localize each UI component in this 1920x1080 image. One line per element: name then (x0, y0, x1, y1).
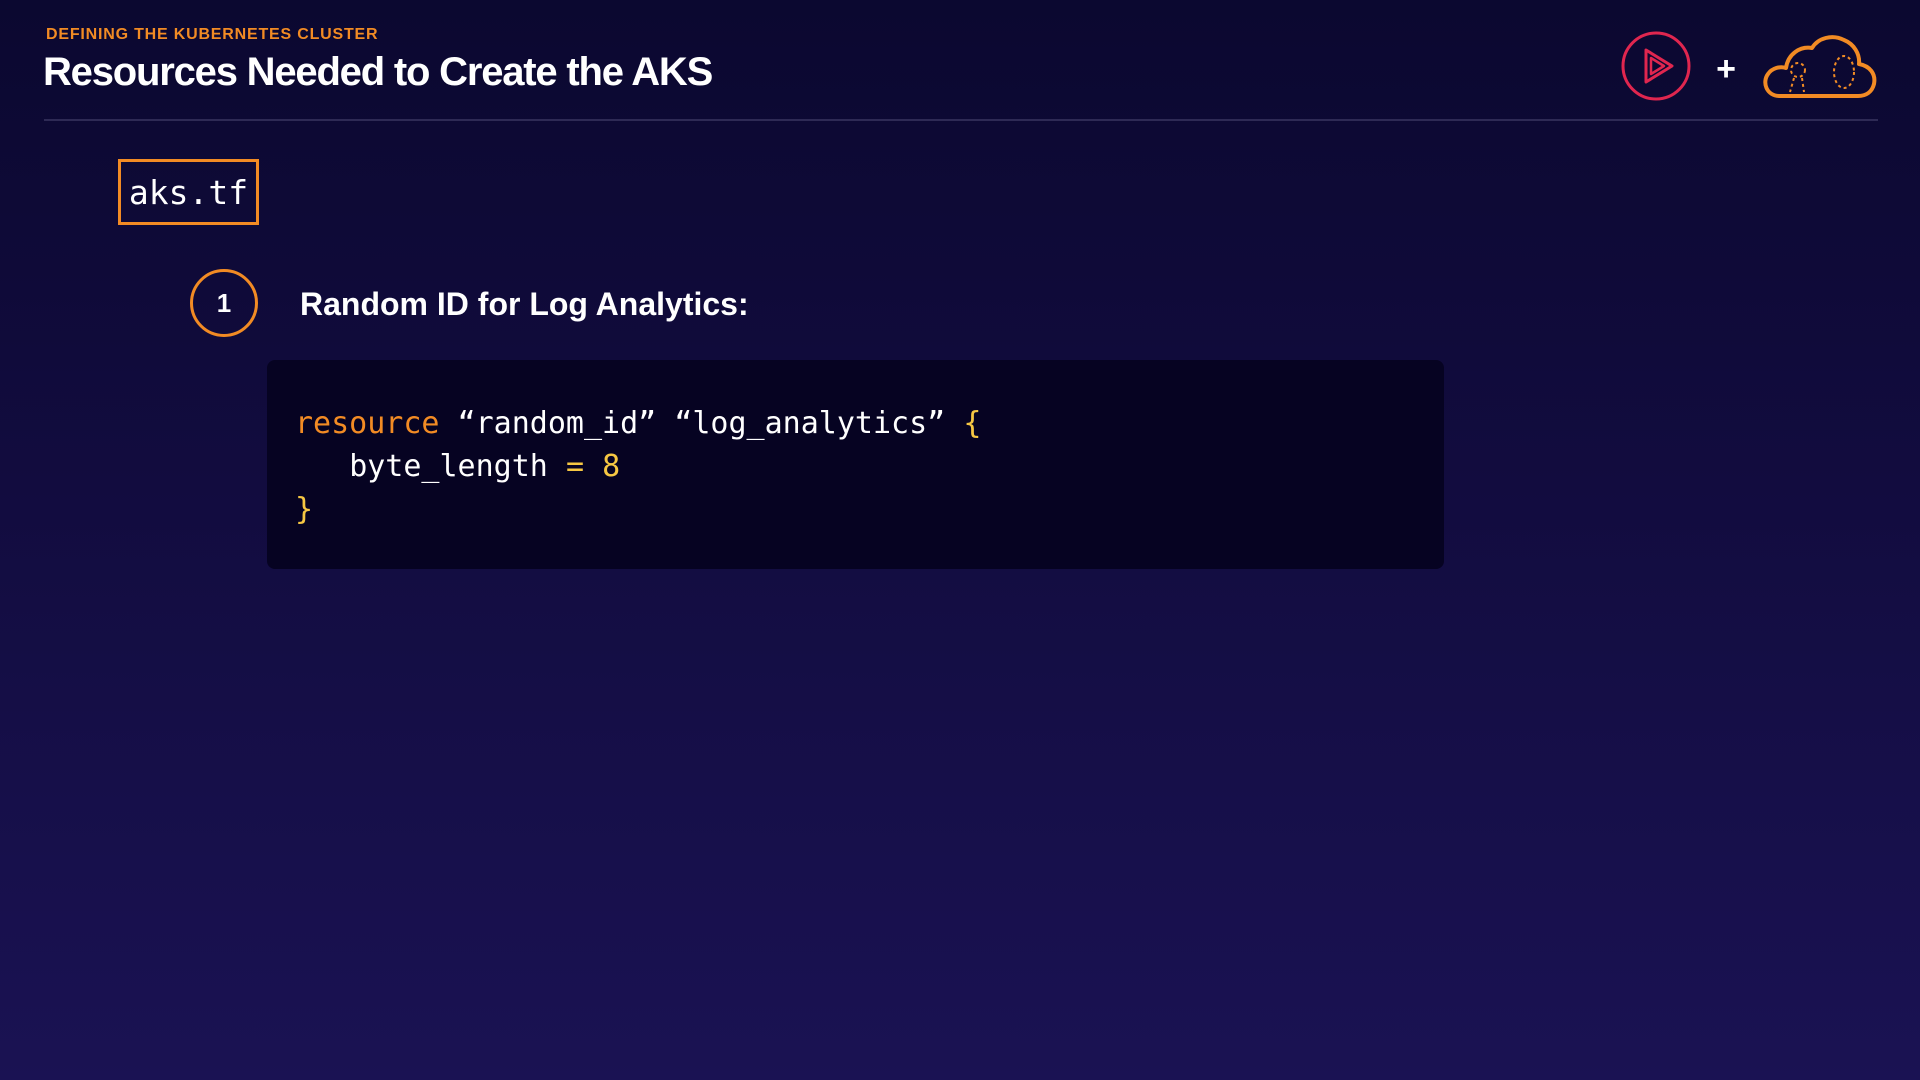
code-line-1: resource “random_id” “log_analytics” { (295, 402, 1444, 445)
logo-area: + (1620, 30, 1878, 107)
header-divider (44, 119, 1878, 121)
code-equals: = (565, 449, 584, 484)
section-eyebrow: DEFINING THE KUBERNETES CLUSTER (46, 26, 379, 43)
file-name-badge: aks.tf (118, 159, 259, 225)
step-number-badge: 1 (190, 269, 258, 337)
code-arg-type: “random_id” (457, 406, 657, 441)
plus-sign: + (1716, 49, 1736, 88)
slide-title: Resources Needed to Create the AKS (43, 50, 713, 94)
pluralsight-play-icon (1620, 30, 1692, 107)
step-title: Random ID for Log Analytics: (300, 286, 749, 322)
code-keyword: resource (295, 406, 440, 441)
code-attr-name: byte_length (349, 449, 548, 484)
cloud-icon (1760, 30, 1878, 107)
code-close-brace: } (295, 492, 314, 527)
code-attr-value: 8 (602, 449, 621, 484)
code-line-3: } (295, 488, 1444, 531)
code-line-2: byte_length = 8 (295, 445, 1444, 488)
code-arg-name: “log_analytics” (674, 406, 946, 441)
code-block: resource “random_id” “log_analytics” { b… (267, 360, 1444, 569)
code-open-brace: { (963, 406, 982, 441)
